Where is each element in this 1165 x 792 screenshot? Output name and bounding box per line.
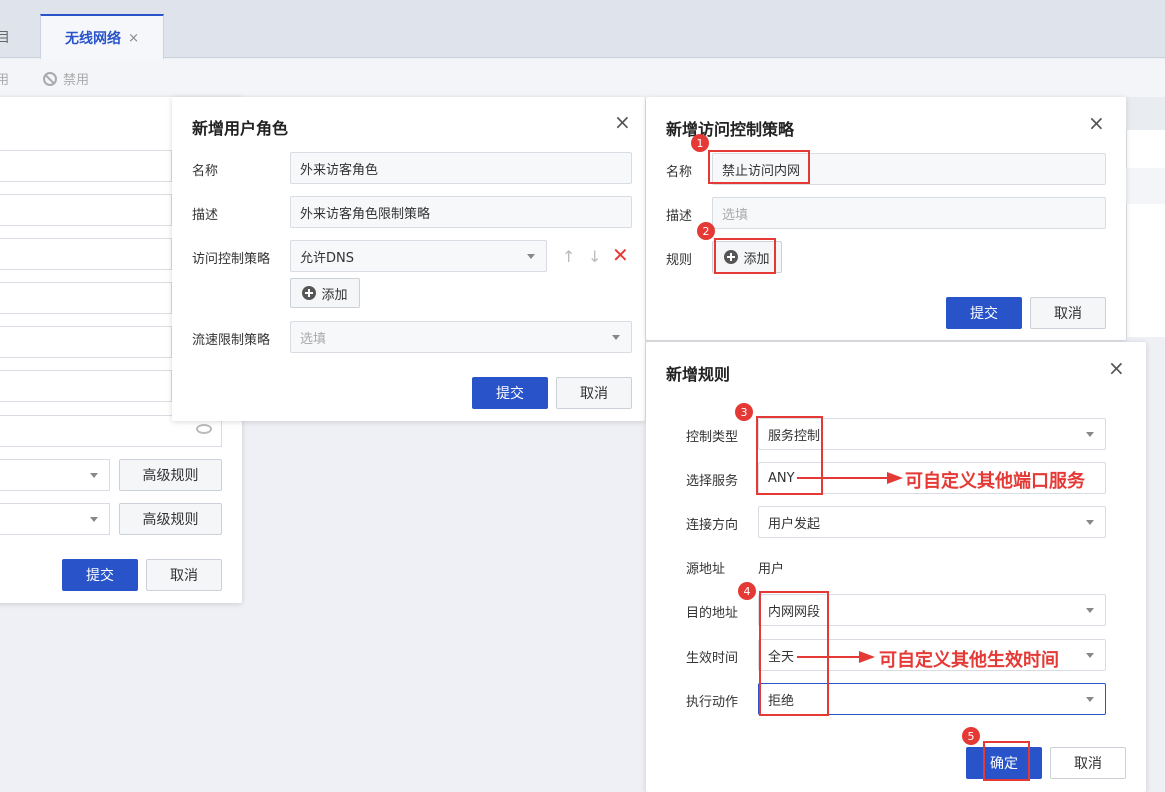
acl-submit-button[interactable]: 提交 [946,297,1022,329]
direction-select[interactable]: 用户发起 [758,506,1106,538]
tab-wireless-network-label: 无线网络 [65,31,121,47]
annotation-badge: 5 [962,727,980,745]
source-label: 源地址 [686,562,726,577]
direction-label: 连接方向 [686,518,739,533]
dialog-title: 新增访问控制策略 [666,120,795,139]
chevron-down-icon [1086,697,1094,702]
dialog-title: 新增用户角色 [192,119,289,138]
annotation-arrow [797,472,903,484]
service-label: 选择服务 [686,474,739,489]
bg-field[interactable] [0,194,172,226]
description-label: 描述 [666,209,693,224]
arrow-down-icon[interactable]: ↓ [588,247,601,266]
advanced-rule-button[interactable]: 高级规则 [119,503,222,535]
annotation-badge: 3 [735,403,753,421]
advanced-rule-button[interactable]: 高级规则 [119,459,222,491]
chevron-down-icon [1086,608,1094,613]
bg-select[interactable] [0,503,110,535]
role-submit-button[interactable]: 提交 [472,377,548,409]
add-label: 添加 [321,287,348,303]
name-label: 名称 [666,165,693,180]
chevron-down-icon [1086,520,1094,525]
control-type-label: 控制类型 [686,430,739,445]
chevron-down-icon [527,254,535,259]
background-list-row [1126,168,1165,204]
chevron-down-icon [612,335,620,340]
rule-cancel-button[interactable]: 取消 [1050,747,1126,779]
annotation-note-time: 可自定义其他生效时间 [879,650,1059,671]
toolbar [0,59,1165,97]
bg-submit-button[interactable]: 提交 [62,559,138,591]
annotation-arrow [797,651,875,663]
bg-field[interactable] [0,282,172,314]
annotation-badge: 4 [738,582,756,600]
tab-previous[interactable]: 目 [0,14,38,58]
bg-field[interactable] [0,238,172,270]
background-list-header [1126,97,1165,130]
disable-button[interactable]: 禁用 [43,69,89,88]
time-label: 生效时间 [686,651,739,666]
rate-limit-select[interactable]: 选填 [290,321,632,353]
eye-icon[interactable] [196,424,212,434]
source-value: 用户 [758,562,785,577]
annotation-badge: 1 [691,134,709,152]
chevron-down-icon [1086,653,1094,658]
rule-label: 规则 [666,253,693,268]
acl-label: 访问控制策略 [192,252,271,267]
destination-label: 目的地址 [686,606,739,621]
annotation-note-service: 可自定义其他端口服务 [905,471,1085,492]
chevron-down-icon [1086,432,1094,437]
description-label: 描述 [192,208,219,223]
arrow-up-icon[interactable]: ↑ [562,247,575,266]
bg-field[interactable] [0,370,172,402]
tab-wireless-network[interactable]: 无线网络 × [40,14,164,59]
action-label: 执行动作 [686,695,739,710]
bg-cancel-button[interactable]: 取消 [146,559,222,591]
acl-description-field[interactable]: 选填 [712,197,1106,229]
tab-bar [0,0,1165,58]
acl-select[interactable]: 允许DNS [290,240,547,272]
close-icon[interactable]: × [1108,358,1125,378]
bg-select[interactable] [0,459,110,491]
annotation-box [708,150,810,184]
acl-cancel-button[interactable]: 取消 [1030,297,1106,329]
role-description-field[interactable]: 外来访客角色限制策略 [290,196,632,228]
background-list [1126,97,1165,337]
bg-field[interactable] [0,326,172,358]
dialog-title: 新增规则 [666,365,731,384]
rate-limit-label: 流速限制策略 [192,333,271,348]
disable-label: 禁用 [63,73,90,88]
annotation-box [983,741,1030,781]
role-cancel-button[interactable]: 取消 [556,377,632,409]
direction-value: 用户发起 [768,516,821,532]
tab-close-icon[interactable]: × [128,16,139,62]
acl-select-value: 允许DNS [300,250,354,266]
close-icon[interactable]: × [1088,113,1105,133]
add-icon [302,286,317,300]
close-icon[interactable]: × [614,112,631,132]
ban-icon [43,71,57,86]
delete-icon[interactable]: ✕ [612,243,629,267]
name-label: 名称 [192,164,219,179]
add-acl-button[interactable]: 添加 [290,278,360,308]
role-name-field[interactable]: 外来访客角色 [290,152,632,184]
rate-limit-placeholder: 选填 [300,331,327,347]
enable-button[interactable]: 用 [0,69,9,88]
annotation-badge: 2 [697,222,715,240]
bg-field[interactable] [0,150,172,182]
annotation-box [714,238,776,274]
